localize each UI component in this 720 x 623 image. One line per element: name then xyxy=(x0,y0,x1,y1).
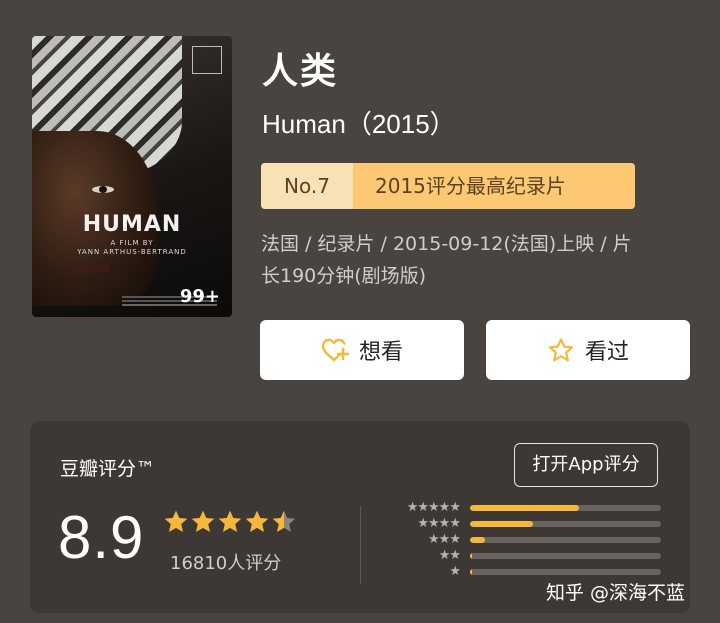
distribution-track xyxy=(470,569,661,575)
distribution-fill xyxy=(470,553,472,559)
distribution-stars: ★★★★★ xyxy=(406,500,461,515)
distribution-stars: ★★★★ xyxy=(417,516,461,531)
want-to-watch-button[interactable]: 想看 xyxy=(260,320,464,380)
photo-count-badge: 99+ xyxy=(179,286,220,307)
meta-line-2: 长190分钟(剧场版) xyxy=(261,265,427,287)
star-outline-icon xyxy=(547,337,575,364)
distribution-stars: ★ xyxy=(449,564,461,579)
movie-title: 人类 xyxy=(262,51,339,92)
distribution-track xyxy=(470,505,661,511)
distribution-fill xyxy=(470,505,579,511)
rating-votes: 16810人评分 xyxy=(170,553,282,574)
seen-label: 看过 xyxy=(584,340,629,365)
star-full-icon xyxy=(191,510,215,532)
heart-plus-icon xyxy=(321,337,349,363)
rating-divider xyxy=(360,506,361,584)
poster-director-credit: A FILM BY YANN ARTHUS-BERTRAND xyxy=(32,239,232,257)
rating-score: 8.9 xyxy=(58,504,145,571)
rank-text: 2015评分最高纪录片 xyxy=(353,163,635,209)
distribution-track xyxy=(470,537,661,543)
star-full-icon xyxy=(164,510,188,532)
star-half-icon xyxy=(272,510,296,532)
star-full-icon xyxy=(245,510,269,532)
ranking-badge[interactable]: No.7 2015评分最高纪录片 xyxy=(261,163,635,209)
meta-line-1: 法国 / 纪录片 / 2015-09-12(法国)上映 / 片 xyxy=(261,233,632,255)
poster-mouth-art xyxy=(70,266,110,272)
distribution-fill xyxy=(470,521,534,527)
distribution-fill xyxy=(470,569,472,575)
douban-rating-label: 豆瓣评分™ xyxy=(60,458,156,480)
movie-meta: 法国 / 纪录片 / 2015-09-12(法国)上映 / 片 长190分钟(剧… xyxy=(261,228,681,292)
movie-poster[interactable]: HUMAN A FILM BY YANN ARTHUS-BERTRAND 99+ xyxy=(32,36,232,317)
distribution-track xyxy=(470,553,661,559)
watched-button[interactable]: 看过 xyxy=(486,320,690,380)
open-app-rate-button[interactable]: 打开App评分 xyxy=(514,443,658,487)
zhihu-watermark: 知乎 @深海不蓝 xyxy=(546,582,686,604)
distribution-fill xyxy=(470,537,486,543)
poster-director: YANN ARTHUS-BERTRAND xyxy=(77,248,187,256)
star-full-icon xyxy=(218,510,242,532)
movie-original-title: Human（2015） xyxy=(262,109,456,139)
distribution-stars: ★★ xyxy=(438,548,461,563)
distribution-stars: ★★★ xyxy=(428,532,461,547)
poster-byline: A FILM BY xyxy=(110,239,154,247)
poster-eye-art xyxy=(92,186,114,193)
festival-laurel-icon xyxy=(192,46,222,74)
rank-number: No.7 xyxy=(261,163,353,209)
poster-title: HUMAN xyxy=(82,212,182,237)
distribution-track xyxy=(470,521,661,527)
rating-stars xyxy=(163,509,297,533)
want-label: 想看 xyxy=(358,340,403,365)
